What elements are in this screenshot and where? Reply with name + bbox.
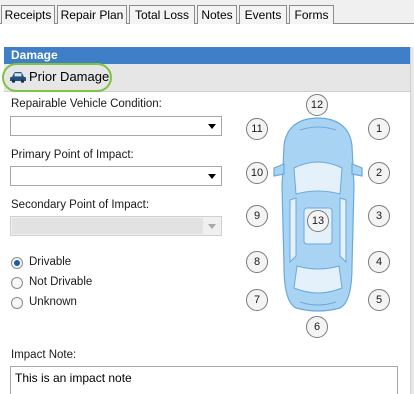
tab-repair-plan[interactable]: Repair Plan: [57, 5, 127, 24]
impact-point-7[interactable]: 7: [246, 289, 268, 311]
impact-point-5[interactable]: 5: [368, 289, 390, 311]
subsection-title: Prior Damage: [29, 69, 110, 84]
secondary-impact-label: Secondary Point of Impact:: [11, 199, 150, 211]
impact-point-10[interactable]: 10: [246, 162, 268, 184]
impact-point-6[interactable]: 6: [306, 316, 328, 338]
radio-button[interactable]: [11, 277, 23, 289]
impact-point-8[interactable]: 8: [246, 251, 268, 273]
chevron-down-icon[interactable]: [208, 124, 216, 129]
secondary-impact-value: [12, 218, 203, 234]
repairable-condition-label: Repairable Vehicle Condition:: [11, 98, 162, 110]
chevron-down-icon[interactable]: [208, 174, 216, 179]
radio-button[interactable]: [11, 297, 23, 309]
impact-point-11[interactable]: 11: [246, 118, 268, 140]
tab-notes[interactable]: Notes: [197, 5, 237, 24]
impact-point-9[interactable]: 9: [246, 205, 268, 227]
primary-impact-select[interactable]: [10, 166, 222, 186]
section-title: Damage: [4, 47, 410, 64]
tab-bar: Receipts Repair Plan Total Loss Notes Ev…: [0, 0, 414, 24]
impact-note-label: Impact Note:: [11, 349, 77, 361]
tab-forms[interactable]: Forms: [289, 5, 334, 24]
primary-impact-label: Primary Point of Impact:: [11, 149, 134, 161]
impact-point-3[interactable]: 3: [368, 205, 390, 227]
radio-label: Unknown: [29, 296, 77, 308]
impact-point-2[interactable]: 2: [368, 162, 390, 184]
tab-receipts[interactable]: Receipts: [1, 5, 55, 24]
radio-label: Not Drivable: [29, 276, 93, 288]
impact-point-13[interactable]: 13: [307, 210, 329, 232]
impact-note-textarea[interactable]: This is an impact note: [10, 366, 398, 394]
impact-point-12[interactable]: 12: [306, 94, 328, 116]
radio-label: Drivable: [29, 256, 72, 268]
secondary-impact-select[interactable]: [10, 216, 222, 236]
radio-button[interactable]: [11, 257, 23, 269]
tab-events[interactable]: Events: [239, 5, 287, 24]
impact-point-4[interactable]: 4: [368, 251, 390, 273]
impact-point-1[interactable]: 1: [368, 118, 390, 140]
car-icon: [10, 72, 26, 83]
repairable-condition-select[interactable]: [10, 116, 222, 136]
tab-total-loss[interactable]: Total Loss: [129, 5, 195, 24]
chevron-down-icon: [208, 224, 216, 229]
scrollbar-track[interactable]: [410, 47, 414, 394]
